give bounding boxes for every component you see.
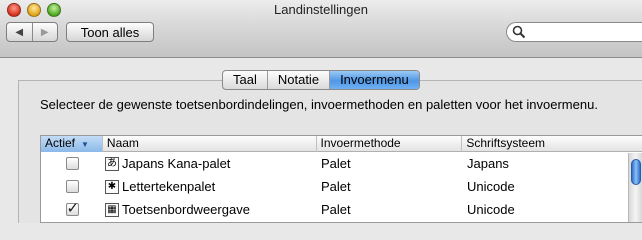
kana-palette-icon: あ [105, 156, 119, 171]
back-arrow-icon: ◀ [15, 26, 24, 38]
back-button[interactable]: ◀ [7, 23, 33, 41]
row-script: Unicode [467, 202, 515, 217]
input-menu-table: Actief ▼ Naam Invoermethode Schriftsystee… [40, 135, 642, 223]
column-header-script[interactable]: Schriftsysteem [462, 136, 642, 152]
row-name: Lettertekenpalet [122, 179, 216, 194]
tab-taal[interactable]: Taal [223, 71, 268, 89]
active-checkbox[interactable] [65, 157, 79, 170]
description-text: Selecteer de gewenste toetsenbordindelin… [40, 97, 598, 112]
window-titlebar: Landinstellingen ◀ ▶ Toon alles [0, 0, 642, 58]
row-name: Japans Kana-palet [122, 156, 231, 171]
keyboard-viewer-icon: ▦ [105, 202, 119, 217]
row-method: Palet [321, 156, 351, 171]
table-row[interactable]: ✱ Lettertekenpalet Palet Unicode [41, 175, 642, 198]
navigation-buttons: ◀ ▶ [6, 22, 58, 42]
row-method: Palet [321, 179, 351, 194]
character-palette-icon: ✱ [105, 179, 119, 194]
search-icon [512, 25, 526, 39]
column-header-active[interactable]: Actief ▼ [41, 136, 103, 152]
forward-button[interactable]: ▶ [33, 23, 58, 41]
row-script: Japans [467, 156, 509, 171]
tab-invoermenu[interactable]: Invoermenu [330, 71, 419, 89]
active-checkbox[interactable] [65, 180, 79, 193]
active-checkbox[interactable] [65, 199, 79, 217]
column-header-method[interactable]: Invoermethode [317, 136, 463, 152]
show-all-button[interactable]: Toon alles [66, 22, 154, 42]
scrollbar-thumb[interactable] [631, 159, 641, 185]
table-row[interactable]: ▦Toetsenbordweergave Palet Unicode [41, 198, 642, 221]
column-header-active-label: Actief [45, 136, 76, 150]
table-header: Actief ▼ Naam Invoermethode Schriftsystee… [41, 136, 642, 152]
forward-arrow-icon: ▶ [40, 26, 49, 38]
sort-descending-icon: ▼ [81, 140, 89, 149]
table-row[interactable]: あ Japans Kana-palet Palet Japans [41, 152, 642, 175]
tab-bar: Taal Notatie Invoermenu [222, 70, 420, 90]
row-script: Unicode [467, 179, 515, 194]
row-method: Palet [321, 202, 351, 217]
search-field[interactable] [506, 22, 642, 42]
row-name: Toetsenbordweergave [122, 202, 250, 217]
column-header-name[interactable]: Naam [103, 136, 317, 152]
window-title: Landinstellingen [274, 2, 368, 17]
tab-notatie[interactable]: Notatie [268, 71, 331, 89]
vertical-scrollbar[interactable] [628, 153, 642, 222]
